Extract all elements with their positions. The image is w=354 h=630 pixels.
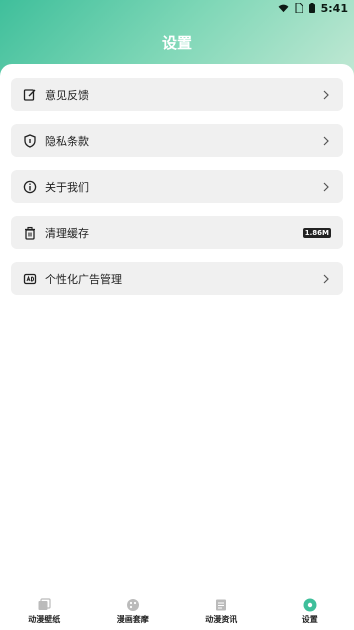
tab-comics[interactable]: 漫画套摩 bbox=[89, 592, 178, 630]
no-sim-icon bbox=[295, 3, 303, 13]
bottom-tab-bar: 动漫壁纸 漫画套摩 动漫资讯 设置 bbox=[0, 592, 354, 630]
menu-item-label: 意见反馈 bbox=[45, 88, 89, 102]
settings-panel: 意见反馈 隐私条款 关于我们 清理缓存 1.86M 个性化广告管理 bbox=[0, 64, 354, 592]
chevron-right-icon bbox=[321, 182, 331, 192]
wallpaper-icon bbox=[37, 597, 51, 612]
chevron-right-icon bbox=[321, 274, 331, 284]
chevron-right-icon bbox=[321, 90, 331, 100]
chevron-right-icon bbox=[321, 136, 331, 146]
menu-item-label: 个性化广告管理 bbox=[45, 272, 122, 286]
menu-item-label: 隐私条款 bbox=[45, 134, 89, 148]
menu-item-privacy[interactable]: 隐私条款 bbox=[11, 124, 343, 157]
tab-wallpapers[interactable]: 动漫壁纸 bbox=[0, 592, 89, 630]
status-bar: 5:41 bbox=[0, 0, 354, 16]
tab-label: 漫画套摩 bbox=[116, 614, 149, 624]
menu-item-ad-settings[interactable]: 个性化广告管理 bbox=[11, 262, 343, 295]
status-time: 5:41 bbox=[320, 1, 348, 15]
edit-icon bbox=[23, 88, 37, 102]
tab-label: 动漫壁纸 bbox=[28, 614, 61, 624]
info-icon bbox=[23, 180, 37, 194]
palette-icon bbox=[126, 598, 140, 612]
news-icon bbox=[214, 598, 228, 612]
tab-settings[interactable]: 设置 bbox=[266, 592, 354, 630]
tab-label: 动漫资讯 bbox=[205, 614, 238, 624]
settings-icon bbox=[303, 598, 317, 612]
menu-item-label: 关于我们 bbox=[45, 180, 89, 194]
wifi-icon bbox=[278, 4, 289, 12]
tab-news[interactable]: 动漫资讯 bbox=[177, 592, 266, 630]
battery-icon bbox=[308, 3, 315, 13]
cache-size-value: 1.86M bbox=[302, 227, 331, 238]
tab-label: 设置 bbox=[301, 614, 318, 624]
menu-item-feedback[interactable]: 意见反馈 bbox=[11, 78, 343, 111]
page-title: 设置 bbox=[161, 34, 192, 52]
menu-item-label: 清理缓存 bbox=[45, 226, 89, 240]
ad-settings-icon bbox=[23, 272, 37, 286]
shield-icon bbox=[23, 133, 37, 148]
trash-icon bbox=[23, 226, 37, 240]
menu-item-clear-cache[interactable]: 清理缓存 1.86M bbox=[11, 216, 343, 249]
menu-item-about[interactable]: 关于我们 bbox=[11, 170, 343, 203]
